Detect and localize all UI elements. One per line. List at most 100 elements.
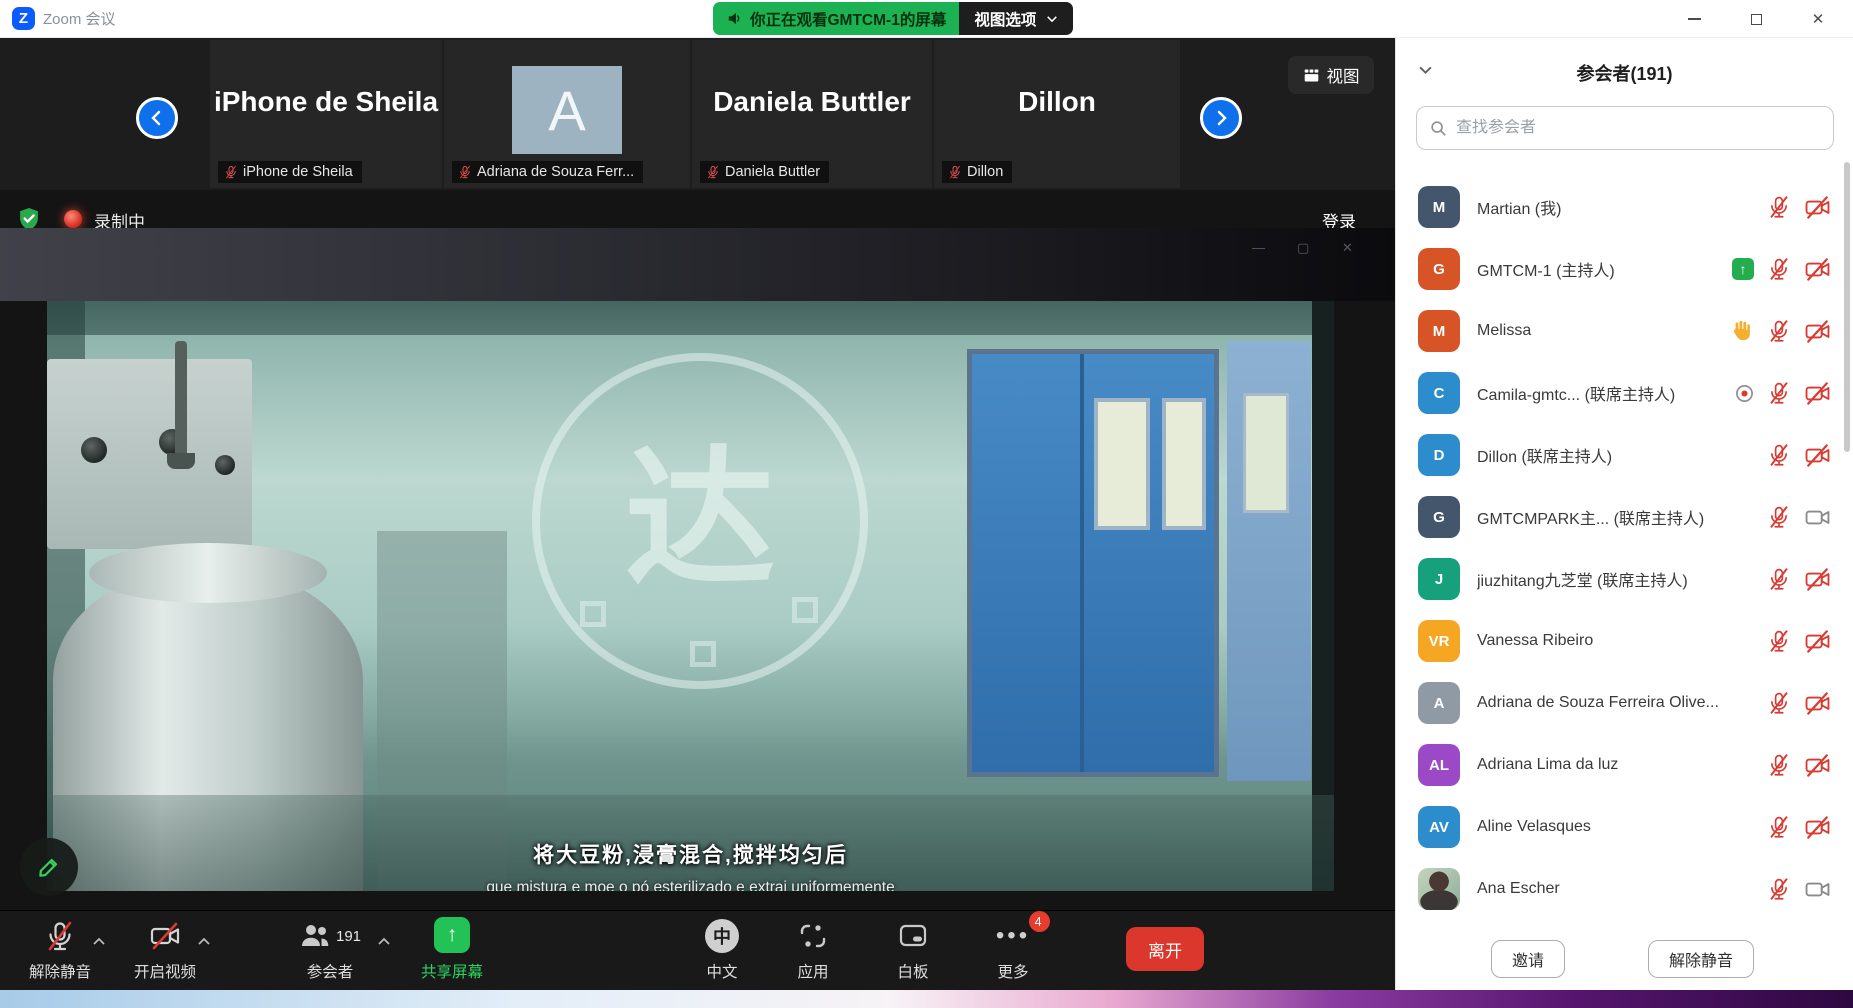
shared-minimize-glyph: — bbox=[1252, 240, 1265, 255]
participant-row[interactable]: AL Adriana Lima da luz bbox=[1396, 734, 1853, 796]
subtitle-chinese: 将大豆粉,浸膏混合,搅拌均匀后 bbox=[47, 839, 1334, 869]
participant-list: M Martian (我) GGMTCM-1 (主持人)↑MMelissaCCami… bbox=[1396, 176, 1853, 920]
participant-avatar: D bbox=[1418, 434, 1460, 476]
app-title: Zoom 会议 bbox=[43, 8, 116, 29]
participant-row[interactable]: AV Aline Velasques bbox=[1396, 796, 1853, 858]
view-options-button[interactable]: 视图选项 bbox=[959, 2, 1073, 35]
video-off-icon bbox=[1804, 752, 1831, 779]
watching-banner-text: 你正在观看GMTCM-1的屏幕 bbox=[713, 2, 959, 35]
door-side-panel-graphic bbox=[1227, 341, 1311, 781]
video-tile[interactable]: DillonDillon bbox=[934, 40, 1180, 188]
toolbar-label: 共享屏幕 bbox=[421, 960, 483, 982]
video-off-icon bbox=[1804, 690, 1831, 717]
participant-name: Adriana Lima da luz bbox=[1477, 756, 1759, 774]
participant-status-icons bbox=[1767, 814, 1831, 841]
participant-name: Vanessa Ribeiro bbox=[1477, 632, 1759, 650]
participant-status-icons bbox=[1767, 876, 1831, 903]
toolbar-more-button[interactable]: •••4更多 bbox=[953, 919, 1073, 982]
toolbar-label: 参会者 bbox=[307, 960, 354, 982]
grid-view-icon bbox=[1303, 67, 1320, 84]
mic-muted-icon bbox=[1767, 629, 1791, 653]
video-off-icon bbox=[1804, 628, 1831, 655]
view-layout-button[interactable]: 视图 bbox=[1288, 56, 1374, 94]
video-off-icon bbox=[1804, 380, 1831, 407]
chevron-up-icon[interactable] bbox=[377, 933, 391, 951]
muted-mic-icon bbox=[224, 165, 238, 179]
tile-name-label: Adriana de Souza Ferr... bbox=[452, 161, 643, 183]
desktop-wallpaper-strip bbox=[0, 990, 1853, 1008]
window-controls: ✕ bbox=[1663, 0, 1849, 38]
participant-row[interactable]: Jjiuzhitang九芝堂 (联席主持人) bbox=[1396, 548, 1853, 610]
unmute-all-button[interactable]: 解除静音 bbox=[1648, 940, 1754, 978]
search-input[interactable] bbox=[1456, 119, 1821, 137]
search-box[interactable] bbox=[1416, 106, 1834, 150]
meeting-toolbar: 解除静音开启视频191参会者↑共享屏幕中中文应用白板•••4更多 离开 bbox=[0, 910, 1395, 990]
machinery-nozzle-arm bbox=[175, 341, 187, 459]
participants-panel-title: 参会者(191) bbox=[1396, 60, 1853, 86]
shared-maximize-glyph: ▢ bbox=[1297, 240, 1309, 256]
leave-meeting-button[interactable]: 离开 bbox=[1126, 927, 1204, 971]
participant-row[interactable]: Ana Escher bbox=[1396, 858, 1853, 920]
video-filmstrip: iPhone de SheilaiPhone de SheilaAAdriana… bbox=[0, 38, 1395, 190]
annotation-pencil-button[interactable] bbox=[20, 838, 78, 896]
participant-avatar: M bbox=[1418, 186, 1460, 228]
previous-videos-button[interactable] bbox=[136, 97, 178, 139]
participant-avatar: G bbox=[1418, 496, 1460, 538]
close-button[interactable]: ✕ bbox=[1787, 0, 1849, 38]
participant-row[interactable]: VR Vanessa Ribeiro bbox=[1396, 610, 1853, 672]
toolbar-participants-button[interactable]: 191 参会者 bbox=[270, 919, 390, 982]
chevron-up-icon[interactable] bbox=[92, 933, 106, 951]
participant-avatar: G bbox=[1418, 248, 1460, 290]
panel-scrollbar[interactable] bbox=[1844, 162, 1850, 452]
participant-status-icons bbox=[1767, 442, 1831, 469]
mic-muted-icon bbox=[1767, 195, 1791, 219]
maximize-button[interactable] bbox=[1725, 0, 1787, 38]
participant-status-icons bbox=[1767, 194, 1831, 221]
notification-badge: 4 bbox=[1029, 911, 1050, 932]
video-off-icon bbox=[1804, 814, 1831, 841]
participant-name: Aline Velasques bbox=[1477, 818, 1759, 836]
participant-avatar: J bbox=[1418, 558, 1460, 600]
toolbar-label: 白板 bbox=[897, 960, 928, 982]
participant-row[interactable]: GGMTCMPARK主... (联席主持人) bbox=[1396, 486, 1853, 548]
participant-row[interactable]: DDillon (联席主持人) bbox=[1396, 424, 1853, 486]
video-tile[interactable]: AAdriana de Souza Ferr... bbox=[444, 40, 690, 188]
participant-row[interactable]: CCamila-gmtc... (联席主持人) bbox=[1396, 362, 1853, 424]
participant-row[interactable]: M Martian (我) bbox=[1396, 176, 1853, 238]
apps-icon bbox=[797, 919, 829, 953]
minimize-button[interactable] bbox=[1663, 0, 1725, 38]
participant-display-name: Daniela Buttler bbox=[692, 86, 932, 118]
participant-name: Martian (我) bbox=[1477, 195, 1759, 219]
mic-muted-icon bbox=[1767, 443, 1791, 467]
participant-avatar: VR bbox=[1418, 620, 1460, 662]
tile-name-label: Dillon bbox=[942, 161, 1012, 183]
participant-avatar: AL bbox=[1418, 744, 1460, 786]
video-on-icon bbox=[1804, 876, 1831, 903]
participant-name: Adriana de Souza Ferreira Olive... bbox=[1477, 694, 1759, 712]
zoom-logo-icon: Z bbox=[12, 7, 35, 30]
invite-button[interactable]: 邀请 bbox=[1491, 940, 1565, 978]
watermark-seal: 达 bbox=[532, 353, 868, 689]
video-tile[interactable]: Daniela ButtlerDaniela Buttler bbox=[692, 40, 932, 188]
video-off-icon bbox=[1804, 442, 1831, 469]
tile-name-label: iPhone de Sheila bbox=[218, 161, 362, 183]
video-tile[interactable]: iPhone de SheilaiPhone de Sheila bbox=[210, 40, 442, 188]
next-videos-button[interactable] bbox=[1200, 97, 1242, 139]
participant-count: 191 bbox=[336, 928, 361, 945]
participant-avatar: AV bbox=[1418, 806, 1460, 848]
video-off-icon bbox=[1804, 256, 1831, 283]
participants-panel: 参会者(191) M Martian (我) GGMTCM-1 (主持人)↑MMel… bbox=[1395, 38, 1853, 990]
participant-row[interactable]: MMelissa bbox=[1396, 300, 1853, 362]
participant-status-icons bbox=[1728, 318, 1831, 345]
participant-row[interactable]: GGMTCM-1 (主持人)↑ bbox=[1396, 238, 1853, 300]
blue-door-graphic bbox=[967, 349, 1219, 777]
watching-banner: 你正在观看GMTCM-1的屏幕 视图选项 bbox=[713, 2, 1073, 35]
chevron-up-icon[interactable] bbox=[197, 933, 211, 951]
participant-status-icons bbox=[1767, 690, 1831, 717]
mic-muted-icon bbox=[1767, 753, 1791, 777]
participant-row[interactable]: AAdriana de Souza Ferreira Olive... bbox=[1396, 672, 1853, 734]
participants-icon: 191 bbox=[299, 919, 361, 953]
participant-status-icons bbox=[1767, 566, 1831, 593]
toolbar-share-screen-button[interactable]: ↑共享屏幕 bbox=[392, 919, 512, 982]
toolbar-label: 解除静音 bbox=[29, 960, 91, 982]
